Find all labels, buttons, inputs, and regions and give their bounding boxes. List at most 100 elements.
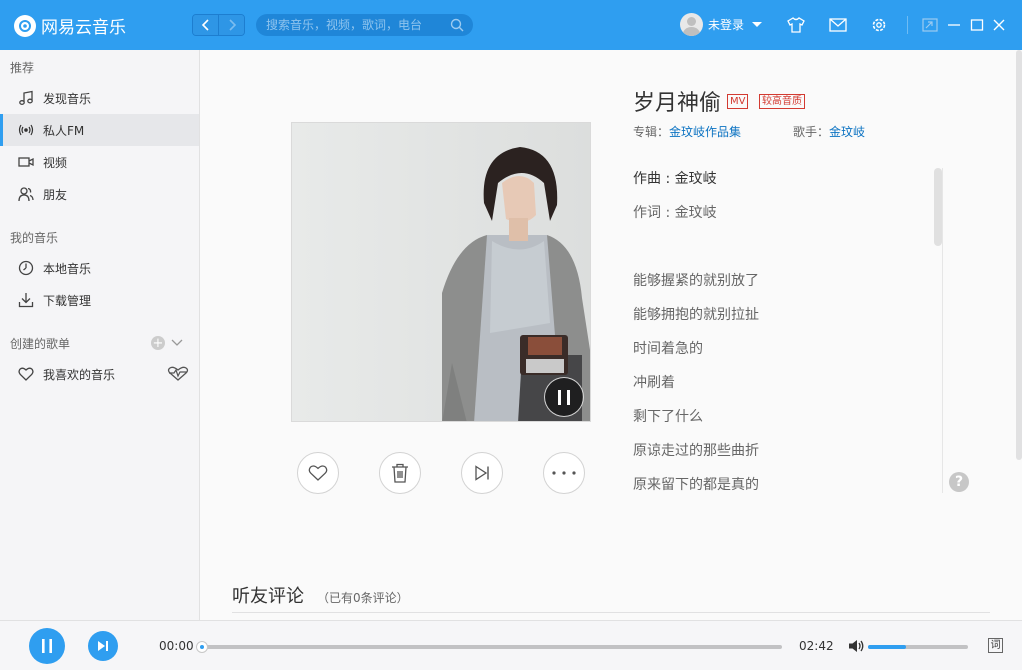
tshirt-icon — [787, 17, 805, 33]
app-logo[interactable]: 网易云音乐 — [14, 13, 126, 38]
trash-button[interactable] — [379, 452, 421, 494]
skin-button[interactable] — [787, 16, 805, 34]
search-icon[interactable] — [450, 18, 464, 32]
minimize-button[interactable] — [945, 16, 963, 34]
lyric-line: 时间着急的 — [633, 341, 703, 357]
progress-bar[interactable] — [196, 641, 782, 653]
add-playlist-icon[interactable]: + — [151, 336, 165, 350]
titlebar-divider — [907, 16, 908, 34]
sidebar-section-recommend: 推荐 — [10, 61, 35, 75]
username: 未登录 — [708, 18, 745, 32]
player-bar: 00:00 02:42 词 — [0, 620, 1022, 670]
lyric-line: 作曲 : 金玟岐 — [633, 171, 717, 187]
quality-badge: 较高音质 — [759, 94, 805, 109]
volume-slider[interactable] — [868, 645, 968, 649]
more-button[interactable] — [543, 452, 585, 494]
next-button[interactable] — [88, 631, 118, 661]
lyrics-scroll-track — [942, 168, 943, 493]
volume-fill — [868, 645, 906, 649]
sidebar-item-label: 我喜欢的音乐 — [43, 367, 116, 382]
search-input[interactable] — [266, 17, 446, 33]
sidebar: 推荐 发现音乐 私人FM 视频 朋友 我的音乐 本地音乐 下载管理 创建的歌单 … — [0, 50, 200, 620]
total-time: 02:42 — [799, 639, 834, 653]
pause-button[interactable] — [29, 628, 65, 664]
sidebar-item-video[interactable]: 视频 — [0, 146, 199, 178]
lyric-line: 作词 : 金玟岐 — [633, 205, 717, 221]
maximize-icon — [970, 19, 984, 31]
sidebar-item-label: 本地音乐 — [43, 261, 92, 276]
artist-info: 歌手：金玟岐 — [793, 123, 865, 140]
song-title: 岁月神偷 — [633, 91, 722, 116]
sidebar-item-friends[interactable]: 朋友 — [0, 178, 199, 210]
lyric-line: 能够握紧的就别放了 — [633, 273, 759, 289]
mini-mode-button[interactable] — [921, 16, 939, 34]
maximize-button[interactable] — [968, 16, 986, 34]
back-button[interactable] — [193, 15, 219, 35]
heartbeat-mode-icon[interactable] — [167, 366, 189, 382]
artist-label: 歌手： — [793, 125, 830, 139]
chevron-left-icon — [201, 19, 209, 31]
netease-logo-icon — [14, 14, 36, 37]
settings-button[interactable] — [870, 16, 888, 34]
heart-icon — [18, 367, 34, 381]
sidebar-item-local-music[interactable]: 本地音乐 — [0, 252, 199, 284]
search-box — [256, 14, 473, 36]
cover-pause-button[interactable] — [544, 377, 584, 417]
friends-icon — [18, 187, 34, 202]
close-button[interactable] — [990, 16, 1008, 34]
sidebar-item-private-fm[interactable]: 私人FM — [0, 114, 199, 146]
lyric-line: 能够拥抱的就别拉扯 — [633, 307, 759, 323]
sidebar-item-discover-music[interactable]: 发现音乐 — [0, 82, 199, 114]
chevron-right-icon — [229, 19, 236, 31]
avatar — [680, 13, 703, 36]
radio-icon — [18, 124, 34, 136]
comments-count: （已有0条评论） — [317, 591, 409, 605]
playlist-section-actions: + — [151, 336, 183, 350]
artist-link[interactable]: 金玟岐 — [829, 125, 865, 139]
lyrics-scrollbar[interactable] — [934, 168, 942, 246]
sidebar-item-label: 下载管理 — [43, 293, 92, 308]
main-scrollbar[interactable] — [1016, 50, 1022, 460]
gear-icon — [872, 18, 886, 32]
comments-title: 听友评论 — [232, 586, 304, 607]
lyrics-toggle-button[interactable]: 词 — [988, 638, 1003, 653]
help-icon[interactable]: ? — [949, 472, 969, 492]
skip-next-icon — [98, 641, 108, 651]
user-menu[interactable]: 未登录 — [680, 13, 763, 36]
album-info: 专辑：金玟岐作品集 — [633, 123, 741, 140]
sidebar-section-playlists: 创建的歌单 — [10, 337, 71, 351]
sidebar-item-label: 私人FM — [43, 123, 85, 138]
sidebar-item-download-manager[interactable]: 下载管理 — [0, 284, 199, 316]
mini-mode-icon — [922, 18, 938, 32]
chevron-down-icon — [752, 22, 763, 27]
mv-badge[interactable]: MV — [727, 94, 749, 109]
lyric-line: 剩下了什么 — [633, 409, 703, 425]
video-icon — [18, 157, 34, 167]
chevron-down-icon[interactable] — [171, 339, 183, 347]
album-cover[interactable] — [291, 122, 591, 422]
album-link[interactable]: 金玟岐作品集 — [669, 125, 741, 139]
minimize-icon — [948, 24, 960, 26]
next-song-button[interactable] — [461, 452, 503, 494]
sidebar-section-my-music: 我的音乐 — [10, 231, 59, 245]
volume-icon[interactable] — [848, 639, 865, 653]
like-button[interactable] — [297, 452, 339, 494]
album-label: 专辑： — [633, 125, 670, 139]
title-bar: 网易云音乐 未登录 — [0, 0, 1022, 50]
sidebar-item-label: 朋友 — [43, 187, 68, 202]
heart-icon — [308, 465, 328, 481]
local-music-icon — [18, 260, 34, 276]
app-name: 网易云音乐 — [41, 18, 126, 38]
mail-icon — [829, 18, 847, 32]
music-note-icon — [19, 90, 33, 105]
current-time: 00:00 — [159, 639, 194, 653]
skip-next-icon — [475, 465, 489, 481]
forward-button[interactable] — [218, 15, 244, 35]
fm-main-panel: 岁月神偷 MV 较高音质 专辑：金玟岐作品集 歌手：金玟岐 作曲 : 金玟岐 作词… — [200, 50, 1022, 620]
progress-knob[interactable] — [196, 641, 208, 653]
close-icon — [993, 19, 1005, 31]
messages-button[interactable] — [829, 16, 847, 34]
lyric-line: 原来留下的都是真的 — [633, 477, 759, 493]
pause-icon — [42, 639, 52, 653]
download-icon — [18, 293, 34, 308]
